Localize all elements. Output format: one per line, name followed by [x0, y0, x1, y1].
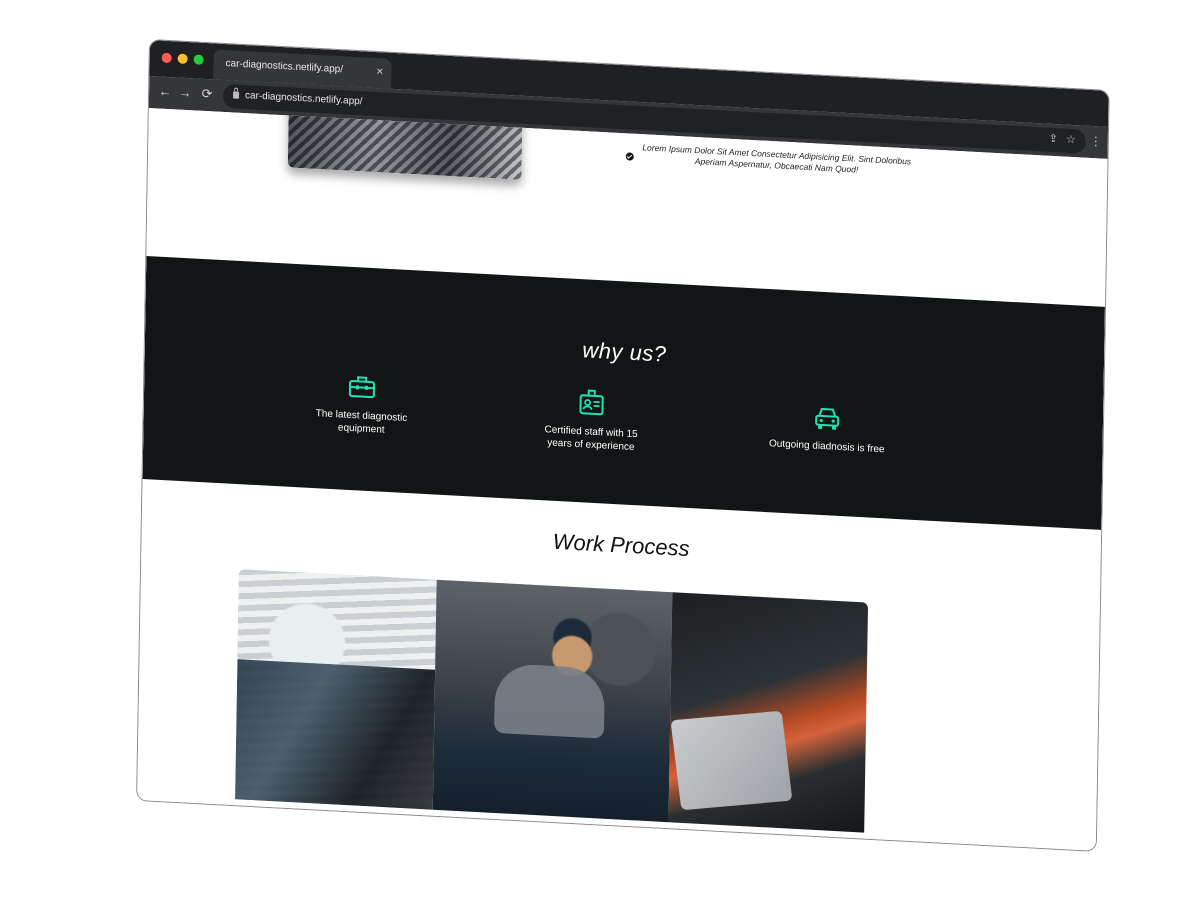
back-arrow-icon[interactable]: ←: [157, 83, 173, 100]
check-circle-icon: [625, 152, 634, 161]
toolbox-icon: [348, 376, 376, 399]
forward-arrow-icon[interactable]: →: [177, 84, 193, 101]
feature-item: Outgoing diadnosis is free: [767, 399, 888, 456]
url-text[interactable]: car-diagnostics.netlify.app/: [245, 90, 363, 107]
feature-label: Outgoing diadnosis is free: [768, 438, 885, 456]
bookmark-star-icon[interactable]: ☆: [1066, 133, 1076, 148]
car-icon: [815, 407, 840, 430]
close-window-button[interactable]: [161, 52, 172, 64]
maximize-window-button[interactable]: [193, 54, 204, 65]
about-bullet-text: Lorem Ipsum Dolor Sit Amet Consectetur A…: [642, 142, 912, 175]
tab-close-icon[interactable]: ×: [376, 64, 383, 78]
reload-icon[interactable]: ⟳: [199, 86, 215, 103]
tab-title: car-diagnostics.netlify.app/: [225, 58, 344, 76]
feature-label: The latest diagnostic equipment: [315, 408, 408, 436]
feature-item: Certified staff with 15 years of experie…: [531, 385, 652, 455]
why-us-title: why us?: [582, 337, 667, 367]
page-viewport[interactable]: Lorem Ipsum Dolor Sit Amet Consectetur A…: [137, 108, 1108, 851]
feature-item: The latest diagnostic equipment: [301, 368, 422, 438]
why-us-section: why us? The latest diagnostic equipment: [142, 256, 1105, 530]
browser-menu-icon[interactable]: ⋮: [1090, 133, 1102, 150]
page: car-diagnostics.netlify.app/ × ← → ⟳ car…: [0, 0, 1200, 900]
work-photo-laptop-diagnostics: [668, 592, 869, 833]
lock-icon: [232, 91, 240, 99]
work-photo-mechanic-wrench: [432, 579, 673, 823]
browser-window: car-diagnostics.netlify.app/ × ← → ⟳ car…: [137, 40, 1109, 851]
minimize-window-button[interactable]: [177, 53, 188, 65]
feature-label: Certified staff with 15 years of experie…: [544, 424, 638, 454]
share-icon[interactable]: ⇪: [1049, 132, 1058, 146]
id-badge-icon: [579, 389, 604, 416]
work-photo-mechanic-under-hood: [235, 569, 437, 810]
